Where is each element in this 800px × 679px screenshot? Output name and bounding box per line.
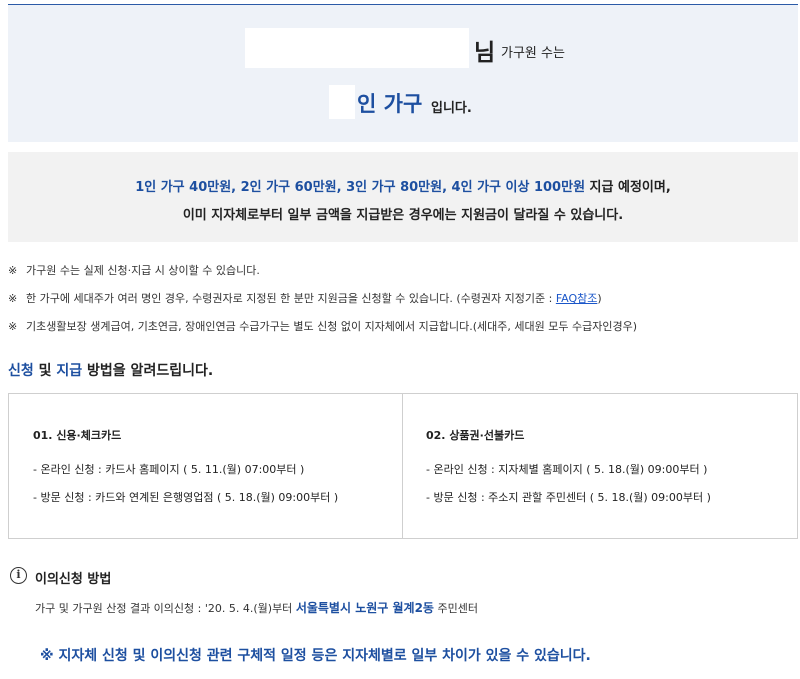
remark-item: ※ 가구원 수는 실제 신청·지급 시 상이할 수 있습니다. <box>8 262 260 278</box>
objection-section: i 이의신청 방법 가구 및 가구원 산정 결과 이의신청 : '20. 5. … <box>8 567 798 617</box>
remark-mark: ※ <box>8 320 18 333</box>
remark-close: ) <box>597 292 602 305</box>
household-count-unit: 인 가구 <box>357 92 423 116</box>
household-summary: 님 가구원 수는 인 가구 입니다. <box>8 5 798 142</box>
support-amount-tail: 지급 예정이며, <box>585 180 671 195</box>
masked-household-count <box>329 85 355 119</box>
method-voucher-online: - 온라인 신청 : 지자체별 홈페이지 ( 5. 18.(월) 09:00부터… <box>426 463 708 476</box>
objection-title: 이의신청 방법 <box>35 572 112 587</box>
remark-mark: ※ <box>8 264 18 277</box>
household-count-tail: 입니다. <box>431 101 472 116</box>
faq-link[interactable]: FAQ참조 <box>556 292 598 305</box>
masked-name <box>245 28 469 68</box>
method-heading-and: 및 <box>33 363 57 379</box>
info-icon: i <box>10 567 27 584</box>
support-amount-values: 1인 가구 40만원, 2인 가구 60만원, 3인 가구 80만원, 4인 가… <box>135 180 586 195</box>
objection-description: 가구 및 가구원 산정 결과 이의신청 : '20. 5. 4.(월)부터 서울… <box>35 599 478 616</box>
name-suffix: 님 <box>474 40 496 66</box>
remark-text: 기초생활보장 생계급여, 기초연금, 장애인연금 수급가구는 별도 신청 없이 … <box>26 320 638 333</box>
method-heading: 신청 및 지급 방법을 알려드립니다. <box>8 360 213 380</box>
method-card-title: 01. 신용·체크카드 <box>33 429 122 442</box>
objection-desc-tail: 주민센터 <box>433 602 478 615</box>
method-heading-pay: 지급 <box>56 363 83 379</box>
remark-mark: ※ <box>8 292 18 305</box>
objection-office: 서울특별시 노원구 월계2동 <box>295 601 434 615</box>
remark-text: 한 가구에 세대주가 여러 명인 경우, 수령권자로 지정된 한 분만 지원금을… <box>26 292 556 305</box>
remark-item: ※ 기초생활보장 생계급여, 기초연금, 장애인연금 수급가구는 별도 신청 없이… <box>8 318 637 334</box>
method-heading-tail: 방법을 알려드립니다. <box>82 363 214 379</box>
method-card-visit: - 방문 신청 : 카드와 연계된 은행영업점 ( 5. 18.(월) 09:0… <box>33 491 339 504</box>
support-amount-caveat: 이미 지자체로부터 일부 금액을 지급받은 경우에는 지원금이 달라질 수 있습… <box>182 208 624 223</box>
remark-text: 가구원 수는 실제 신청·지급 시 상이할 수 있습니다. <box>26 264 260 277</box>
household-count-label: 가구원 수는 <box>501 46 565 61</box>
footer-note: ※ 지자체 신청 및 이의신청 관련 구체적 일정 등은 지자체별로 일부 차이… <box>40 648 591 664</box>
method-panel: 01. 신용·체크카드 - 온라인 신청 : 카드사 홈페이지 ( 5. 11.… <box>8 393 798 539</box>
method-voucher-title: 02. 상품권·선불카드 <box>426 429 525 442</box>
method-heading-apply: 신청 <box>8 363 34 379</box>
method-divider <box>402 394 403 538</box>
method-voucher-visit: - 방문 신청 : 주소지 관할 주민센터 ( 5. 18.(월) 09:00부… <box>426 491 711 504</box>
objection-desc-head: 가구 및 가구원 산정 결과 이의신청 : '20. 5. 4.(월)부터 <box>35 602 296 615</box>
support-amount-line: 1인 가구 40만원, 2인 가구 60만원, 3인 가구 80만원, 4인 가… <box>8 176 798 195</box>
support-amount-notice: 1인 가구 40만원, 2인 가구 60만원, 3인 가구 80만원, 4인 가… <box>8 152 798 242</box>
method-card-online: - 온라인 신청 : 카드사 홈페이지 ( 5. 11.(월) 07:00부터 … <box>33 463 305 476</box>
remark-item: ※ 한 가구에 세대주가 여러 명인 경우, 수령권자로 지정된 한 분만 지원금… <box>8 290 602 306</box>
